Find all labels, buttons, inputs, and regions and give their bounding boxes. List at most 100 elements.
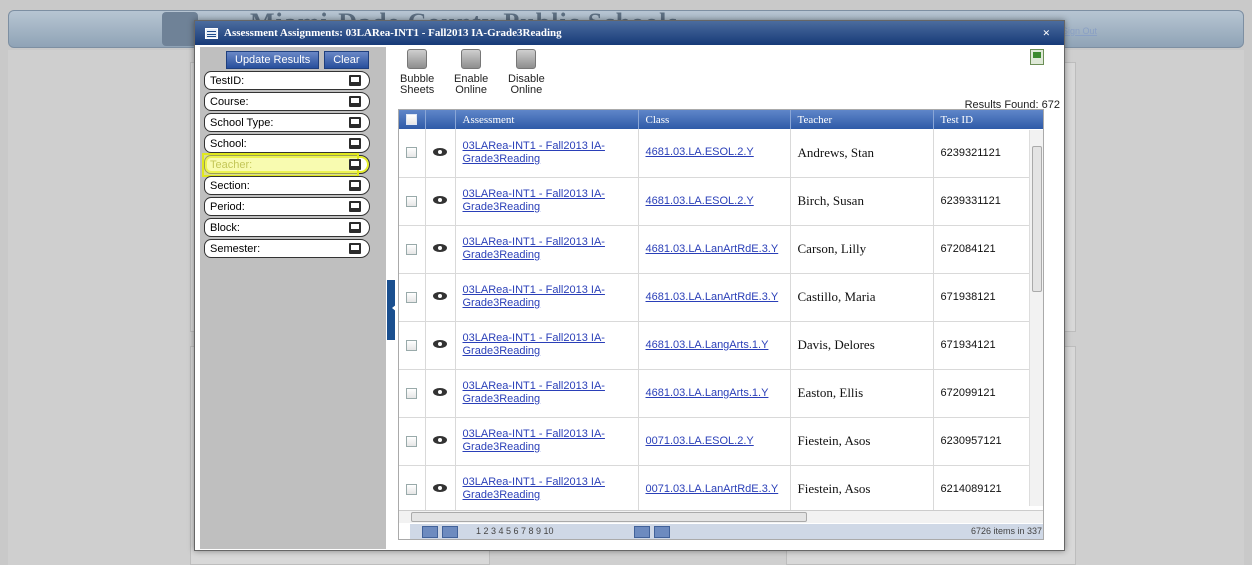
update-results-button[interactable]: Update Results [226, 51, 320, 69]
assessment-link-line2[interactable]: Grade3Reading [463, 489, 631, 502]
view-cell[interactable] [425, 129, 456, 178]
class-link[interactable]: 0071.03.LA.LanArtRdE.3.Y [646, 483, 779, 495]
filter-semester[interactable]: Semester: [204, 239, 370, 258]
row-select-cell[interactable] [399, 225, 426, 274]
comment-icon[interactable] [349, 222, 361, 233]
dialog-titlebar[interactable]: Assessment Assignments: 03LARea-INT1 - F… [195, 21, 1064, 45]
prev-page-button[interactable] [442, 526, 458, 538]
row-select-cell[interactable] [399, 129, 426, 178]
view-eye-icon[interactable] [433, 147, 447, 156]
class-link[interactable]: 4681.03.LA.LangArts.1.Y [646, 387, 769, 399]
class-link[interactable]: 4681.03.LA.LanArtRdE.3.Y [646, 243, 779, 255]
comment-icon[interactable] [349, 138, 361, 149]
collapse-panel-tab[interactable] [387, 280, 397, 340]
select-all-checkbox[interactable] [406, 114, 418, 126]
view-cell[interactable] [425, 369, 456, 418]
horizontal-scrollbar[interactable] [399, 510, 1043, 523]
view-eye-icon[interactable] [433, 292, 447, 300]
row-checkbox[interactable] [406, 435, 418, 447]
row-checkbox[interactable] [406, 483, 418, 495]
assessment-link-line1[interactable]: 03LARea-INT1 - Fall2013 IA- [463, 188, 631, 201]
assessment-link-line2[interactable]: Grade3Reading [463, 297, 631, 310]
column-header-testid[interactable]: Test ID [933, 110, 1043, 129]
comment-icon[interactable] [349, 180, 361, 191]
class-link[interactable]: 4681.03.LA.ESOL.2.Y [646, 195, 754, 207]
assessment-link-line1[interactable]: 03LARea-INT1 - Fall2013 IA- [463, 236, 631, 249]
select-all-cell[interactable] [399, 110, 426, 129]
filter-testid[interactable]: TestID: [204, 71, 370, 90]
row-select-cell[interactable] [399, 417, 426, 466]
assessment-link-line1[interactable]: 03LARea-INT1 - Fall2013 IA- [463, 380, 631, 393]
view-cell[interactable] [425, 417, 456, 466]
assessment-link-line1[interactable]: 03LARea-INT1 - Fall2013 IA- [463, 284, 631, 297]
bubble-sheets-button[interactable]: Bubble Sheets [400, 49, 434, 96]
assessment-link-line1[interactable]: 03LARea-INT1 - Fall2013 IA- [463, 332, 631, 345]
row-select-cell[interactable] [399, 369, 426, 418]
vertical-scrollbar[interactable] [1029, 130, 1043, 506]
enable-online-button[interactable]: Enable Online [454, 49, 488, 96]
assessment-link-line2[interactable]: Grade3Reading [463, 201, 631, 214]
view-eye-icon[interactable] [433, 436, 447, 444]
filter-school[interactable]: School: [204, 134, 370, 153]
view-cell[interactable] [425, 465, 456, 514]
class-link[interactable]: 0071.03.LA.ESOL.2.Y [646, 435, 754, 447]
sign-out-link[interactable]: Sign Out [1062, 26, 1097, 36]
row-select-cell[interactable] [399, 465, 426, 514]
comment-icon[interactable] [349, 159, 361, 170]
view-eye-icon[interactable] [433, 484, 447, 492]
class-link[interactable]: 4681.03.LA.LanArtRdE.3.Y [646, 291, 779, 303]
row-checkbox[interactable] [406, 339, 418, 351]
disable-online-button[interactable]: Disable Online [508, 49, 545, 96]
next-page-button[interactable] [634, 526, 650, 538]
row-checkbox[interactable] [406, 243, 418, 255]
row-select-cell[interactable] [399, 321, 426, 370]
comment-icon[interactable] [349, 201, 361, 212]
filter-course[interactable]: Course: [204, 92, 370, 111]
column-header-assessment[interactable]: Assessment [455, 110, 639, 129]
row-checkbox[interactable] [406, 291, 418, 303]
assessment-link-line1[interactable]: 03LARea-INT1 - Fall2013 IA- [463, 428, 631, 441]
last-page-button[interactable] [654, 526, 670, 538]
filter-teacher[interactable]: Teacher: [202, 153, 370, 177]
filter-period[interactable]: Period: [204, 197, 370, 216]
close-icon[interactable]: × [1043, 25, 1050, 41]
row-select-cell[interactable] [399, 177, 426, 226]
filter-label: School: [210, 137, 247, 150]
first-page-button[interactable] [422, 526, 438, 538]
filter-section[interactable]: Section: [204, 176, 370, 195]
row-select-cell[interactable] [399, 273, 426, 322]
class-link[interactable]: 4681.03.LA.ESOL.2.Y [646, 146, 754, 158]
clear-button[interactable]: Clear [324, 51, 369, 69]
column-header-teacher[interactable]: Teacher [790, 110, 934, 129]
assessment-link-line2[interactable]: Grade3Reading [463, 393, 631, 406]
comment-icon[interactable] [349, 243, 361, 254]
excel-export-icon[interactable] [1030, 49, 1044, 65]
view-eye-icon[interactable] [433, 340, 447, 348]
row-checkbox[interactable] [406, 387, 418, 399]
comment-icon[interactable] [349, 96, 361, 107]
view-cell[interactable] [425, 177, 456, 226]
assessment-link-line2[interactable]: Grade3Reading [463, 345, 631, 358]
filter-school-type[interactable]: School Type: [204, 113, 370, 132]
column-header-class[interactable]: Class [638, 110, 791, 129]
assessment-link-line2[interactable]: Grade3Reading [463, 249, 631, 262]
view-cell[interactable] [425, 273, 456, 322]
view-eye-icon[interactable] [433, 196, 447, 204]
view-cell[interactable] [425, 225, 456, 274]
filter-block[interactable]: Block: [204, 218, 370, 237]
assessment-link-line2[interactable]: Grade3Reading [463, 441, 631, 454]
assessment-link-line1[interactable]: 03LARea-INT1 - Fall2013 IA- [463, 140, 631, 153]
assessment-link-line1[interactable]: 03LARea-INT1 - Fall2013 IA- [463, 476, 631, 489]
vertical-scroll-thumb[interactable] [1032, 146, 1042, 292]
view-eye-icon[interactable] [433, 244, 447, 252]
comment-icon[interactable] [349, 75, 361, 86]
page-numbers[interactable]: 1 2 3 4 5 6 7 8 9 10 [476, 526, 554, 536]
class-link[interactable]: 4681.03.LA.LangArts.1.Y [646, 339, 769, 351]
comment-icon[interactable] [349, 117, 361, 128]
assessment-link-line2[interactable]: Grade3Reading [463, 153, 631, 166]
row-checkbox[interactable] [406, 195, 418, 207]
view-eye-icon[interactable] [433, 388, 447, 396]
row-checkbox[interactable] [406, 147, 418, 159]
view-cell[interactable] [425, 321, 456, 370]
horizontal-scroll-thumb[interactable] [411, 512, 807, 522]
